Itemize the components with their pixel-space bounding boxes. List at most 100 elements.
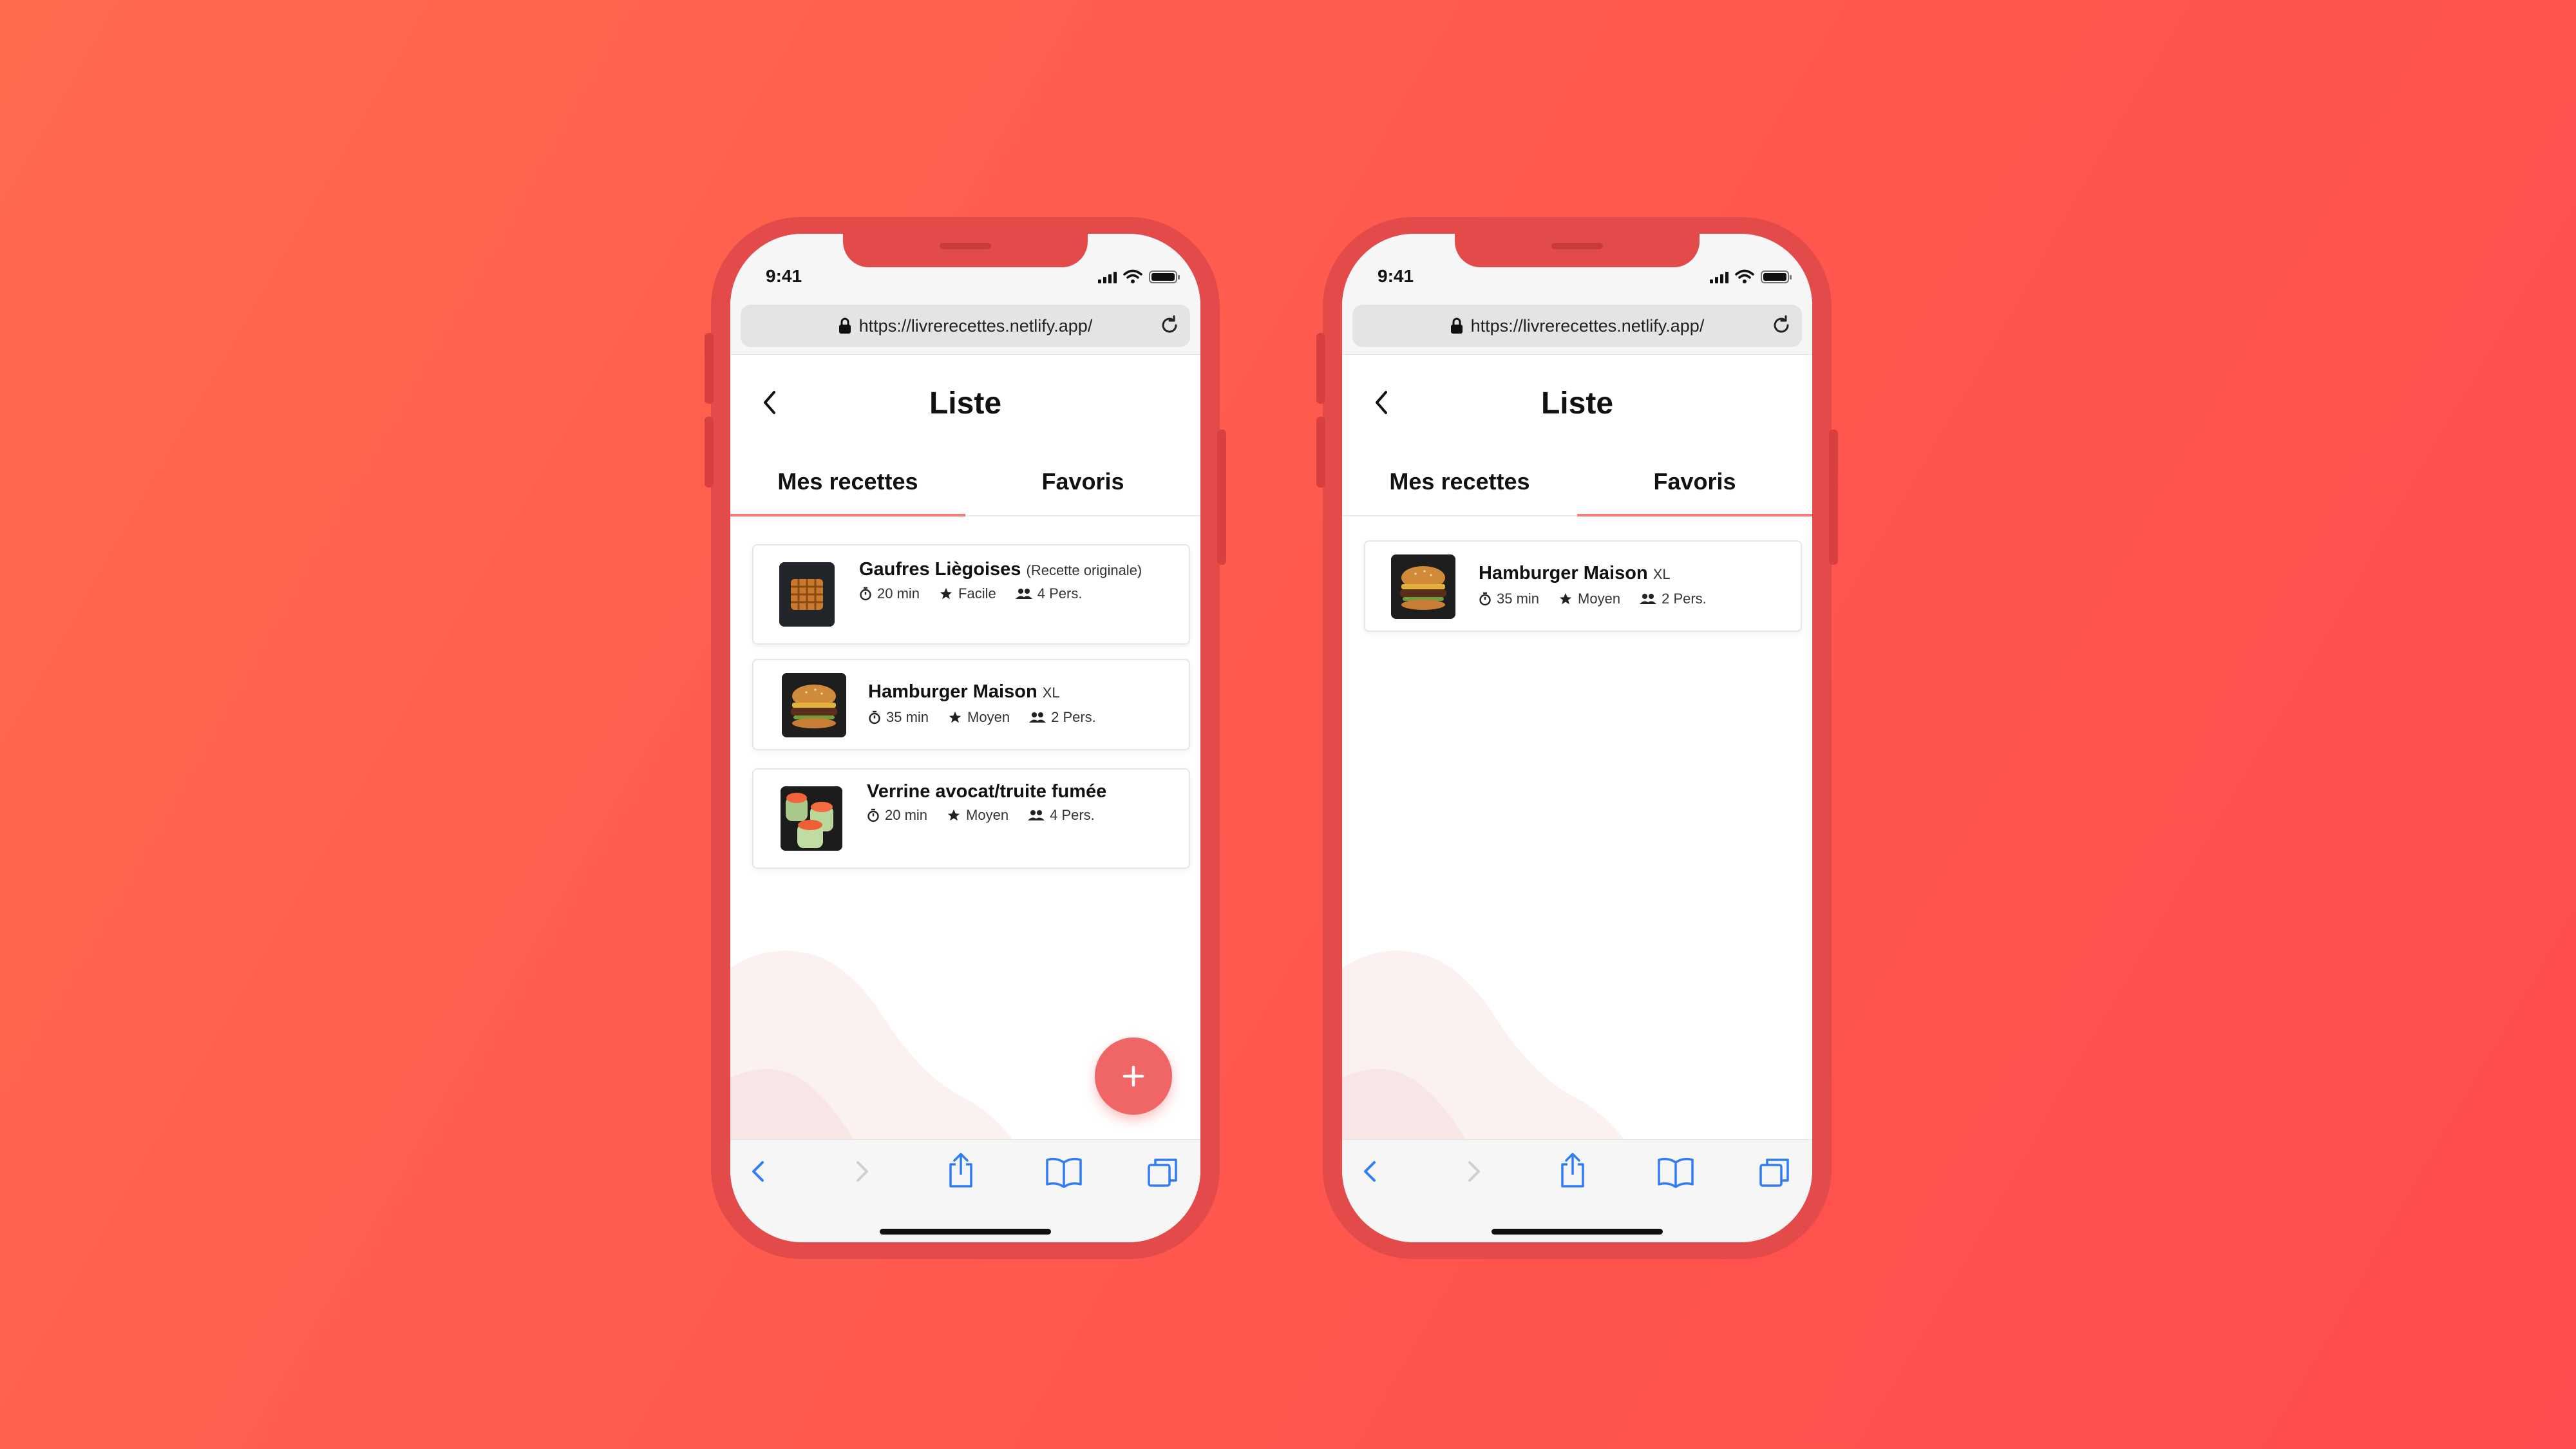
url-text: https://livrerecettes.netlify.app/ [858, 316, 1093, 336]
signal-icon [1710, 272, 1728, 283]
home-indicator [880, 1229, 1051, 1235]
waffle-photo [779, 562, 835, 627]
tab-mes-recettes[interactable]: Mes recettes [730, 456, 965, 514]
tab-favoris[interactable]: Favoris [965, 456, 1200, 514]
power-button [1217, 430, 1226, 565]
verrine-photo [781, 786, 842, 851]
status-time: 9:41 [1378, 266, 1414, 286]
recipe-subtitle: XL [1653, 566, 1671, 582]
star-icon [949, 711, 961, 723]
volume-up-button [1316, 333, 1325, 404]
recipe-servings: 4 Pers. [1037, 585, 1083, 601]
tab-favoris[interactable]: Favoris [1577, 456, 1812, 514]
recipe-card[interactable]: Gaufres Liègoises (Recette originale) 20… [752, 544, 1190, 645]
phone-mockup-favoris: 9:41 https://livrerecettes.netlify.app/ … [1316, 217, 1838, 1259]
recipe-info: Hamburger Maison XL 35 min Moyen 2 Pers. [868, 679, 1176, 726]
bookmarks-icon[interactable] [1656, 1156, 1695, 1188]
recipe-card[interactable]: Hamburger Maison XL 35 min Moyen 2 Pers. [752, 659, 1190, 750]
speaker-grille [1551, 243, 1603, 249]
browser-back-icon[interactable] [1358, 1156, 1383, 1187]
timer-icon [869, 710, 880, 724]
battery-icon [1761, 270, 1792, 283]
home-indicator [1492, 1229, 1663, 1235]
recipe-subtitle: (Recette originale) [1026, 562, 1142, 578]
speaker-grille [940, 243, 991, 249]
recipe-card[interactable]: Verrine avocat/truite fumée 20 min Moyen… [752, 768, 1190, 869]
share-icon[interactable] [945, 1151, 976, 1189]
reload-icon[interactable] [1770, 314, 1793, 337]
status-icons [1710, 269, 1792, 283]
volume-down-button [1316, 417, 1325, 488]
browser-forward-icon[interactable] [1461, 1156, 1486, 1187]
recipe-difficulty: Moyen [966, 807, 1009, 823]
wifi-icon [1123, 269, 1142, 283]
browser-back-icon[interactable] [746, 1156, 772, 1187]
decorative-waves [1342, 951, 1638, 1161]
recipe-time: 20 min [885, 807, 928, 823]
recipe-info: Hamburger Maison XL 35 min Moyen 2 Pers. [1479, 561, 1788, 607]
status-time: 9:41 [766, 266, 802, 286]
add-recipe-button[interactable] [1095, 1037, 1172, 1115]
tab-mes-recettes[interactable]: Mes recettes [1342, 456, 1577, 514]
burger-photo [1391, 554, 1455, 619]
active-tab-indicator [730, 514, 965, 516]
page-title: Liste [929, 386, 1002, 421]
recipe-time: 35 min [886, 709, 929, 725]
tabs-icon[interactable] [1146, 1156, 1180, 1189]
phone-screen: 9:41 https://livrerecettes.netlify.app/ … [1342, 234, 1812, 1242]
volume-up-button [705, 333, 714, 404]
recipe-difficulty: Moyen [1578, 591, 1621, 607]
url-text: https://livrerecettes.netlify.app/ [1470, 316, 1705, 336]
browser-address-bar: https://livrerecettes.netlify.app/ [730, 298, 1200, 355]
notch [1455, 234, 1700, 267]
browser-toolbar [730, 1139, 1200, 1242]
lock-icon [838, 317, 851, 334]
tabs-icon[interactable] [1758, 1156, 1792, 1189]
star-icon [947, 809, 960, 821]
lock-icon [1450, 317, 1463, 334]
notch [843, 234, 1088, 267]
recipe-meta: 20 min Moyen 4 Pers. [867, 807, 1176, 824]
battery-icon [1149, 270, 1180, 283]
recipe-servings: 4 Pers. [1050, 807, 1095, 823]
plus-icon [1122, 1065, 1144, 1087]
share-icon[interactable] [1557, 1151, 1588, 1189]
active-tab-indicator [1577, 514, 1812, 516]
recipe-time: 20 min [877, 585, 920, 601]
url-field[interactable]: https://livrerecettes.netlify.app/ [1352, 305, 1802, 347]
recipe-subtitle: XL [1042, 685, 1060, 701]
url-field[interactable]: https://livrerecettes.netlify.app/ [741, 305, 1190, 347]
recipe-meta: 35 min Moyen 2 Pers. [868, 709, 1176, 726]
recipe-title: Hamburger Maison [1479, 563, 1648, 583]
star-icon [1559, 592, 1572, 605]
power-button [1829, 430, 1838, 565]
tab-bar: Mes recettes Favoris [1342, 456, 1812, 514]
people-icon [1640, 594, 1657, 604]
recipe-time: 35 min [1497, 591, 1540, 607]
status-icons [1098, 269, 1180, 283]
browser-toolbar [1342, 1139, 1812, 1242]
reload-icon[interactable] [1158, 314, 1181, 337]
signal-icon [1098, 272, 1117, 283]
status-bar: 9:41 [730, 234, 1200, 298]
bookmarks-icon[interactable] [1045, 1156, 1083, 1188]
recipe-difficulty: Moyen [967, 709, 1010, 725]
timer-icon [860, 587, 871, 601]
recipe-servings: 2 Pers. [1662, 591, 1707, 607]
timer-icon [1479, 592, 1491, 606]
recipe-title: Verrine avocat/truite fumée [867, 781, 1107, 802]
burger-photo [782, 673, 846, 737]
recipe-card[interactable]: Hamburger Maison XL 35 min Moyen 2 Pers. [1364, 540, 1802, 632]
star-icon [940, 587, 952, 600]
recipe-meta: 35 min Moyen 2 Pers. [1479, 591, 1788, 607]
tab-bar: Mes recettes Favoris [730, 456, 1200, 514]
page-title: Liste [1540, 386, 1614, 421]
browser-forward-icon[interactable] [849, 1156, 875, 1187]
recipe-info: Verrine avocat/truite fumée 20 min Moyen… [867, 780, 1176, 824]
people-icon [1029, 712, 1046, 723]
timer-icon [867, 808, 879, 822]
phone-mockup-mes-recettes: 9:41 https://livrerecettes.netlify.app/ … [705, 217, 1226, 1259]
recipe-meta: 20 min Facile 4 Pers. [859, 585, 1176, 602]
people-icon [1028, 810, 1045, 820]
recipe-title: Gaufres Liègoises [859, 559, 1021, 580]
